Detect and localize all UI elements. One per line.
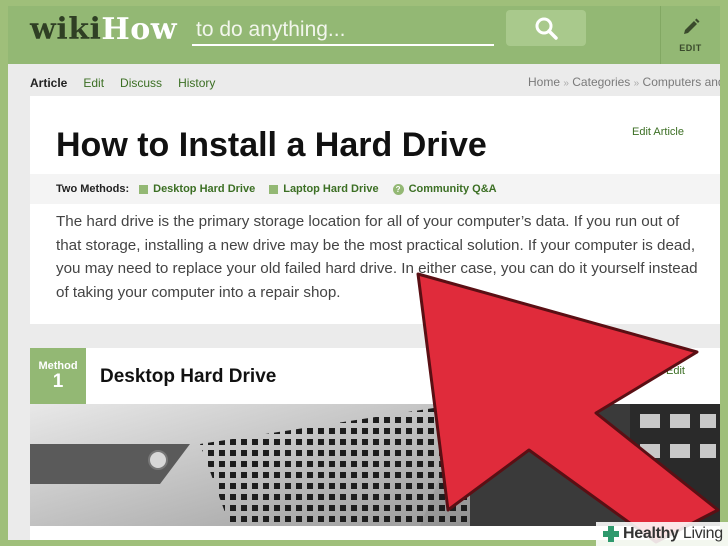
method-link-laptop[interactable]: Laptop Hard Drive: [269, 183, 379, 195]
method-title: Desktop Hard Drive: [100, 366, 277, 387]
square-bullet-icon: [139, 184, 149, 194]
tab-discuss[interactable]: Discuss: [120, 76, 162, 90]
watermark-brand: Healthy: [623, 525, 679, 542]
breadcrumb-computers[interactable]: Computers and E: [643, 75, 720, 89]
breadcrumb-separator: »: [563, 78, 569, 89]
breadcrumb-separator: »: [633, 78, 640, 89]
method-badge-number: 1: [52, 371, 64, 392]
wikihow-logo[interactable]: wikiHow: [30, 12, 177, 47]
tab-history[interactable]: History: [178, 76, 215, 90]
method-link-label: Laptop Hard Drive: [283, 183, 379, 195]
method-edit-link[interactable]: Edit: [666, 365, 685, 377]
hard-drive-photo: [30, 404, 720, 526]
method-section: Method 1 Desktop Hard Drive Edit: [30, 348, 720, 540]
intro-card: How to Install a Hard Drive Edit Article…: [30, 96, 720, 324]
header-edit-label: EDIT: [679, 43, 702, 53]
logo-wiki-text: wiki: [30, 12, 102, 47]
search-button[interactable]: [506, 10, 586, 46]
watermark-brand-2: Living: [682, 525, 723, 542]
page-title: How to Install a Hard Drive: [56, 126, 487, 164]
breadcrumb: Home » Categories » Computers and E: [528, 75, 720, 89]
logo-how-text: How: [101, 12, 178, 47]
site-header: wikiHow EDIT: [8, 6, 720, 64]
community-qa-link[interactable]: ? Community Q&A: [392, 183, 497, 195]
pencil-icon: [683, 18, 699, 34]
method-link-label: Desktop Hard Drive: [153, 183, 256, 195]
method-badge: Method 1: [30, 348, 86, 404]
square-bullet-icon: [269, 184, 279, 194]
tab-article[interactable]: Article: [30, 76, 67, 90]
methods-label: Two Methods:: [56, 183, 130, 195]
question-icon: ?: [392, 183, 404, 195]
tab-edit[interactable]: Edit: [83, 76, 104, 90]
search-input[interactable]: [192, 16, 494, 46]
search-icon: [535, 17, 558, 40]
breadcrumb-categories[interactable]: Categories: [572, 75, 630, 89]
method-link-desktop[interactable]: Desktop Hard Drive: [139, 183, 255, 195]
healthy-living-cross-icon: [603, 526, 619, 542]
edit-article-link[interactable]: Edit Article: [632, 126, 684, 138]
community-qa-label: Community Q&A: [408, 183, 497, 195]
article-tabs: Article Edit Discuss History: [30, 76, 215, 90]
healthy-living-watermark: Healthy Living: [596, 522, 728, 546]
methods-bar: Two Methods: Desktop Hard Drive Laptop H…: [30, 174, 720, 204]
intro-paragraph: The hard drive is the primary storage lo…: [56, 213, 698, 301]
watermark-text: Healthy Living: [623, 525, 723, 543]
page-frame: wikiHow EDIT Article Edit Discuss Histor…: [8, 6, 720, 540]
header-edit-button[interactable]: EDIT: [660, 6, 720, 64]
breadcrumb-home[interactable]: Home: [528, 75, 560, 89]
